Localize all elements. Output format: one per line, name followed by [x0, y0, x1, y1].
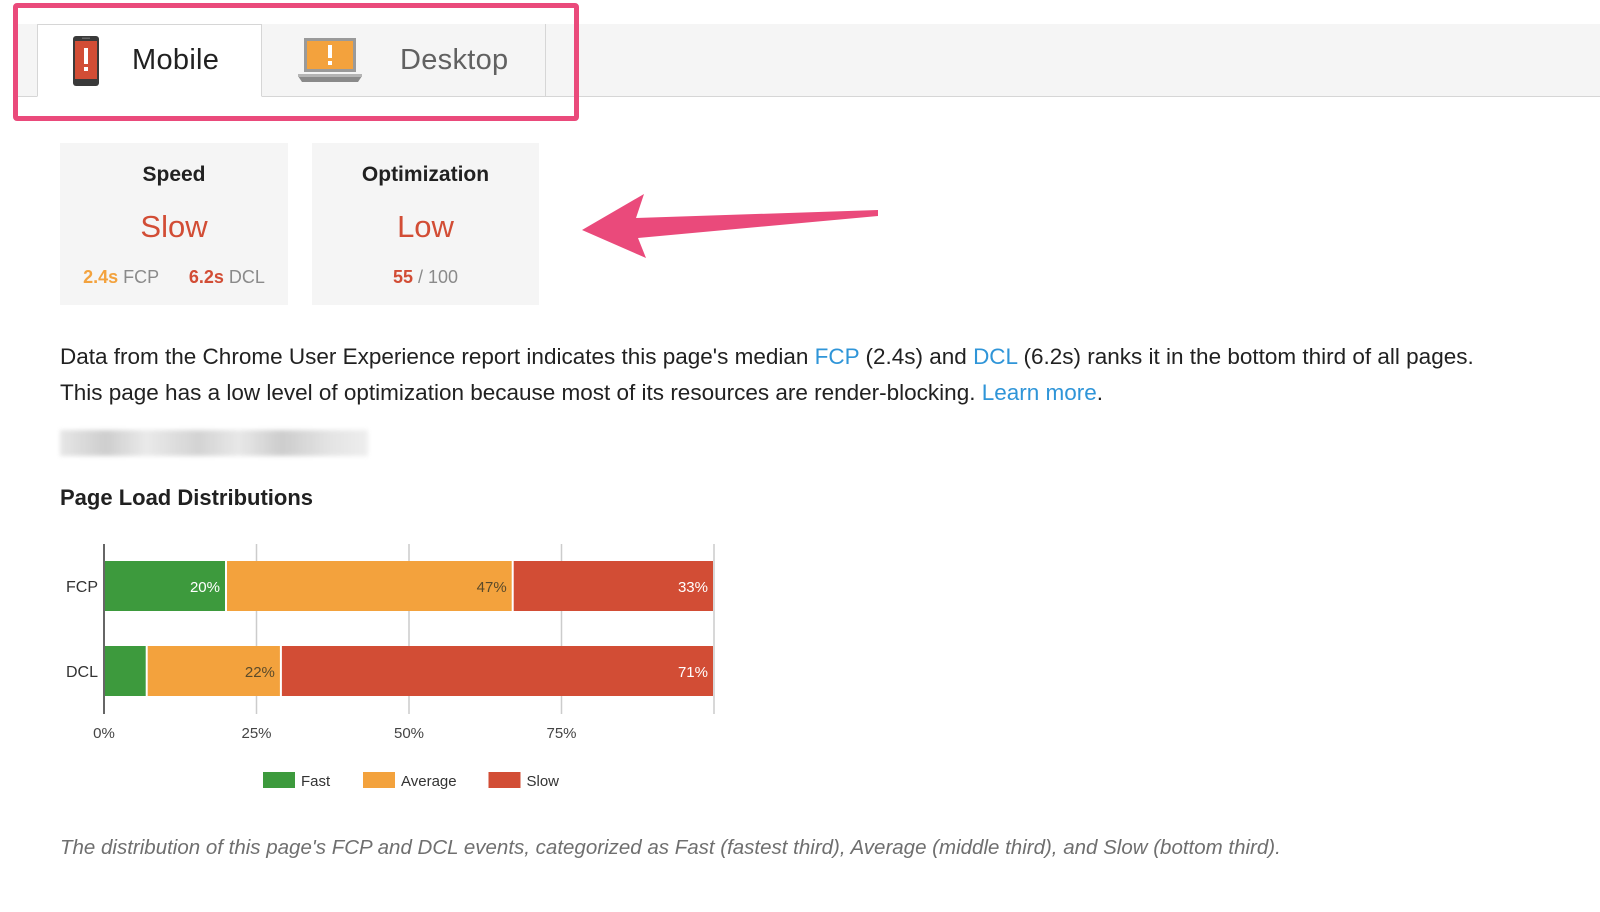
legend-label-average: Average [401, 773, 457, 790]
description-text: (2.4s) and [859, 344, 974, 369]
speed-card-value: Slow [140, 209, 208, 244]
description-text: . [1096, 380, 1104, 405]
bar-data-label: 33% [678, 579, 708, 596]
legend-swatch-slow [488, 772, 521, 788]
bar-data-label: 71% [678, 664, 708, 681]
description-text: This page has a low level of optimizatio… [60, 380, 982, 405]
bar-data-label: 20% [190, 579, 220, 596]
bar-fast [105, 646, 146, 696]
legend-label-slow: Slow [527, 773, 560, 790]
x-tick-label: 0% [93, 725, 115, 742]
tab-desktop[interactable]: Desktop [262, 24, 546, 96]
x-tick-label: 75% [546, 725, 576, 742]
fcp-link[interactable]: FCP [815, 344, 860, 369]
optimization-score-suffix: / 100 [418, 267, 459, 287]
optimization-score-value: 55 [392, 267, 413, 287]
x-tick-label: 25% [241, 725, 271, 742]
optimization-score: 55 / 100 [312, 267, 539, 288]
description-text: Data from the Chrome User Experience rep… [60, 344, 815, 369]
redacted-text [60, 430, 368, 456]
optimization-card-value: Low [397, 209, 454, 244]
optimization-card-title: Optimization [361, 163, 490, 186]
tab-mobile[interactable]: Mobile [37, 24, 262, 97]
y-category-label: DCL [66, 664, 98, 681]
fcp-label: FCP [123, 267, 159, 287]
bar-slow [281, 646, 713, 696]
dcl-link[interactable]: DCL [973, 344, 1017, 369]
chart-svg: 0% 25% 50% 75% FCP 20% 47% 33% DCL 22% 71% Fast Aver… [66, 544, 715, 790]
bar-average [227, 561, 512, 611]
description: Data from the Chrome User Experience rep… [60, 339, 1580, 411]
dcl-label: DCL [228, 267, 265, 287]
page: Mobile Desktop Speed Slow 2.4s FCP 6.2s … [0, 0, 1600, 912]
fcp-value: 2.4s [83, 267, 119, 287]
phone-warning-icon [72, 35, 100, 87]
bar-data-label: 22% [245, 664, 275, 681]
x-tick-label: 50% [394, 725, 424, 742]
optimization-card: Optimization Low 55 / 100 [312, 143, 539, 305]
bar-data-label: 47% [477, 579, 507, 596]
page-load-distribution-chart: 0% 25% 50% 75% FCP 20% 47% 33% DCL 22% 71% Fast Aver… [40, 530, 760, 810]
section-title: Page Load Distributions [60, 485, 314, 510]
legend-swatch-fast [263, 772, 295, 788]
chart-caption: The distribution of this page's FCP and … [60, 836, 1281, 859]
description-text: (6.2s) ranks it in the bottom third of a… [1017, 344, 1474, 369]
speed-card: Speed Slow 2.4s FCP 6.2s DCL [60, 143, 288, 305]
tab-desktop-label: Desktop [400, 43, 509, 76]
y-category-label: FCP [66, 579, 98, 596]
legend-swatch-average [363, 772, 395, 788]
annotation-arrow-icon [582, 194, 878, 258]
dcl-value: 6.2s [188, 267, 224, 287]
legend-label-fast: Fast [301, 773, 331, 790]
speed-card-metrics: 2.4s FCP 6.2s DCL [60, 267, 288, 288]
learn-more-link[interactable]: Learn more [982, 380, 1097, 405]
laptop-warning-icon [296, 36, 364, 84]
speed-card-title: Speed [142, 163, 206, 186]
tab-mobile-label: Mobile [132, 44, 220, 76]
